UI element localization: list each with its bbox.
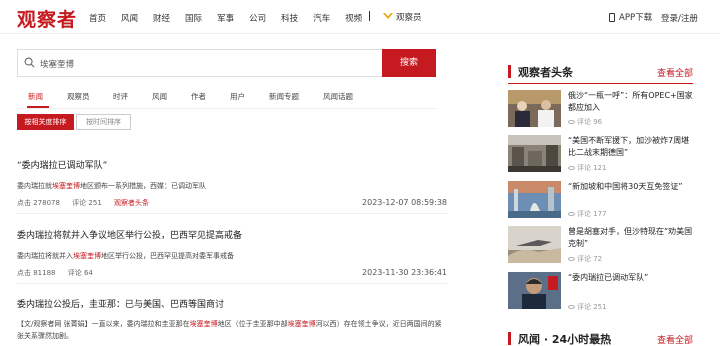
hot-title-bar xyxy=(508,332,511,345)
news-title: 曾是胡塞对手，但沙特现在“劝美国克制” xyxy=(568,227,693,248)
result-summary: 委内瑞拉将就并入埃塞奎博地区举行公投，巴西罕见提高对委军事戒备 xyxy=(17,252,234,260)
vip-link[interactable]: 观察员 xyxy=(383,11,422,23)
tab-user[interactable]: 用户 xyxy=(230,91,245,102)
nav-item-home[interactable]: 首页 xyxy=(89,12,106,24)
comment-count: 评论 251 xyxy=(72,199,102,207)
nav-item-military[interactable]: 军事 xyxy=(217,12,234,24)
sort-by-time-button[interactable]: 按时间排序 xyxy=(76,114,131,130)
login-register-link[interactable]: 登录/注册 xyxy=(661,12,698,24)
click-count: 点击 278078 xyxy=(17,199,60,207)
tab-author[interactable]: 作者 xyxy=(191,91,206,102)
news-thumbnail xyxy=(508,226,561,263)
result-divider xyxy=(17,213,447,214)
app-download-label: APP下载 xyxy=(619,13,653,23)
result-title[interactable]: “委内瑞拉已调动军队” xyxy=(17,158,447,171)
result-meta: 点击 81188 评论 64 2023-11-30 23:36:41 xyxy=(17,268,447,278)
search-query: 埃塞奎博 xyxy=(40,60,75,70)
nav-item-international[interactable]: 国际 xyxy=(185,12,202,24)
result-divider xyxy=(17,283,447,284)
news-title: “新加坡和中国将30天互免签证” xyxy=(568,182,683,191)
result-date: 2023-12-07 08:59:38 xyxy=(362,198,447,207)
search-icon xyxy=(24,57,35,68)
tab-fengwen-topics[interactable]: 风闻话题 xyxy=(323,91,353,102)
news-views: 评论 251 xyxy=(568,302,607,312)
result-type-tabs: 新闻 观察员 时评 风闻 作者 用户 新闻专题 风闻话题 xyxy=(17,91,437,109)
result-summary: 委内瑞拉就埃塞奎博地区颁布一系列措施，西媒：已调动军队 xyxy=(17,182,206,190)
news-views: 评论 121 xyxy=(568,163,607,173)
sidebar-title-underline xyxy=(508,83,693,84)
eye-icon xyxy=(568,166,575,170)
site-logo[interactable]: 观察者 xyxy=(17,5,77,32)
result-meta: 点击 278078 评论 251 观察者头条 2023-12-07 08:59:… xyxy=(17,198,447,208)
tab-news[interactable]: 新闻 xyxy=(28,91,43,102)
hot-24h-header: 风闻 · 24小时最热 查看全部 xyxy=(508,330,693,346)
search-input[interactable]: 埃塞奎博 xyxy=(17,49,382,77)
news-title: “委内瑞拉已调动军队” xyxy=(568,273,649,282)
hot-view-all-link[interactable]: 查看全部 xyxy=(657,333,693,346)
news-thumbnail xyxy=(508,272,561,309)
nav-item-tech[interactable]: 科技 xyxy=(281,12,298,24)
eye-icon xyxy=(568,120,575,124)
news-thumbnail xyxy=(508,135,561,172)
vip-chevron-icon xyxy=(383,13,393,19)
comment-count: 评论 64 xyxy=(67,269,93,277)
result-title[interactable]: 委内瑞拉将就并入争议地区举行公投，巴西罕见提高戒备 xyxy=(17,228,447,241)
sort-by-relevance-button[interactable]: 按相关度排序 xyxy=(17,114,74,130)
tab-commentary[interactable]: 时评 xyxy=(113,91,128,102)
sidebar-news-item[interactable]: “美国不断军援下，加沙被炸7周堪比二战末期德国” 评论 121 xyxy=(508,135,693,187)
sidebar-news-item[interactable]: 曾是胡塞对手，但沙特现在“劝美国克制” 评论 72 xyxy=(508,226,693,278)
tab-fengwen[interactable]: 风闻 xyxy=(152,91,167,102)
search-result: 委内瑞拉将就并入争议地区举行公投，巴西罕见提高戒备 委内瑞拉将就并入埃塞奎博地区… xyxy=(17,228,447,278)
phone-icon xyxy=(609,12,615,22)
sidebar-news-item[interactable]: “委内瑞拉已调动军队” 评论 251 xyxy=(508,272,693,324)
sidebar-title-bar xyxy=(508,65,511,78)
eye-icon xyxy=(568,212,575,216)
main-nav: 首页 风闻 财经 国际 军事 公司 科技 汽车 视频 xyxy=(89,12,377,24)
eye-icon xyxy=(568,305,575,309)
news-views: 评论 177 xyxy=(568,209,607,219)
nav-item-finance[interactable]: 财经 xyxy=(153,12,170,24)
tab-news-topics[interactable]: 新闻专题 xyxy=(269,91,299,102)
news-thumbnail xyxy=(508,90,561,127)
sidebar-view-all-link[interactable]: 查看全部 xyxy=(657,66,693,79)
nav-item-auto[interactable]: 汽车 xyxy=(313,12,330,24)
news-views: 评论 72 xyxy=(568,254,602,264)
nav-item-fengwen[interactable]: 风闻 xyxy=(121,12,138,24)
search-button[interactable]: 搜索 xyxy=(382,49,436,77)
news-thumbnail xyxy=(508,181,561,218)
app-download-link[interactable]: APP下载 xyxy=(609,11,652,23)
search-result: “委内瑞拉已调动军队” 委内瑞拉就埃塞奎博地区颁布一系列措施，西媒：已调动军队 … xyxy=(17,158,447,208)
top-navbar: 观察者 首页 风闻 财经 国际 军事 公司 科技 汽车 视频 观察员 APP下载… xyxy=(0,0,720,34)
sidebar-header: 观察者头条 查看全部 xyxy=(508,63,693,81)
active-tab-underline xyxy=(27,106,49,108)
result-title[interactable]: 委内瑞拉公投后，圭亚那：已与美国、巴西等国商讨 xyxy=(17,297,447,310)
vip-label: 观察员 xyxy=(396,13,422,23)
tab-observer[interactable]: 观察员 xyxy=(67,91,90,102)
news-title: “美国不断军援下，加沙被炸7周堪比二战末期德国” xyxy=(568,136,690,157)
nav-item-video[interactable]: 视频 xyxy=(345,12,362,24)
result-source[interactable]: 观察者头条 xyxy=(114,199,149,207)
eye-icon xyxy=(568,257,575,261)
click-count: 点击 81188 xyxy=(17,269,56,277)
result-body: 【文/观察者网 张菁娟】一直以来，委内瑞拉和圭亚那在埃塞奎博地区（位于圭亚那中部… xyxy=(17,320,442,340)
news-title: 俄沙“一瓶一呼”：所有OPEC+国家都应加入 xyxy=(568,91,693,112)
search-result: 委内瑞拉公投后，圭亚那：已与美国、巴西等国商讨 【文/观察者网 张菁娟】一直以来… xyxy=(17,297,447,342)
nav-item-company[interactable]: 公司 xyxy=(249,12,266,24)
hot-24h-title: 风闻 · 24小时最热 xyxy=(518,333,612,346)
sidebar-title: 观察者头条 xyxy=(518,66,573,79)
nav-divider xyxy=(369,11,370,21)
news-views: 评论 96 xyxy=(568,117,602,127)
result-date: 2023-11-30 23:36:41 xyxy=(362,268,447,277)
